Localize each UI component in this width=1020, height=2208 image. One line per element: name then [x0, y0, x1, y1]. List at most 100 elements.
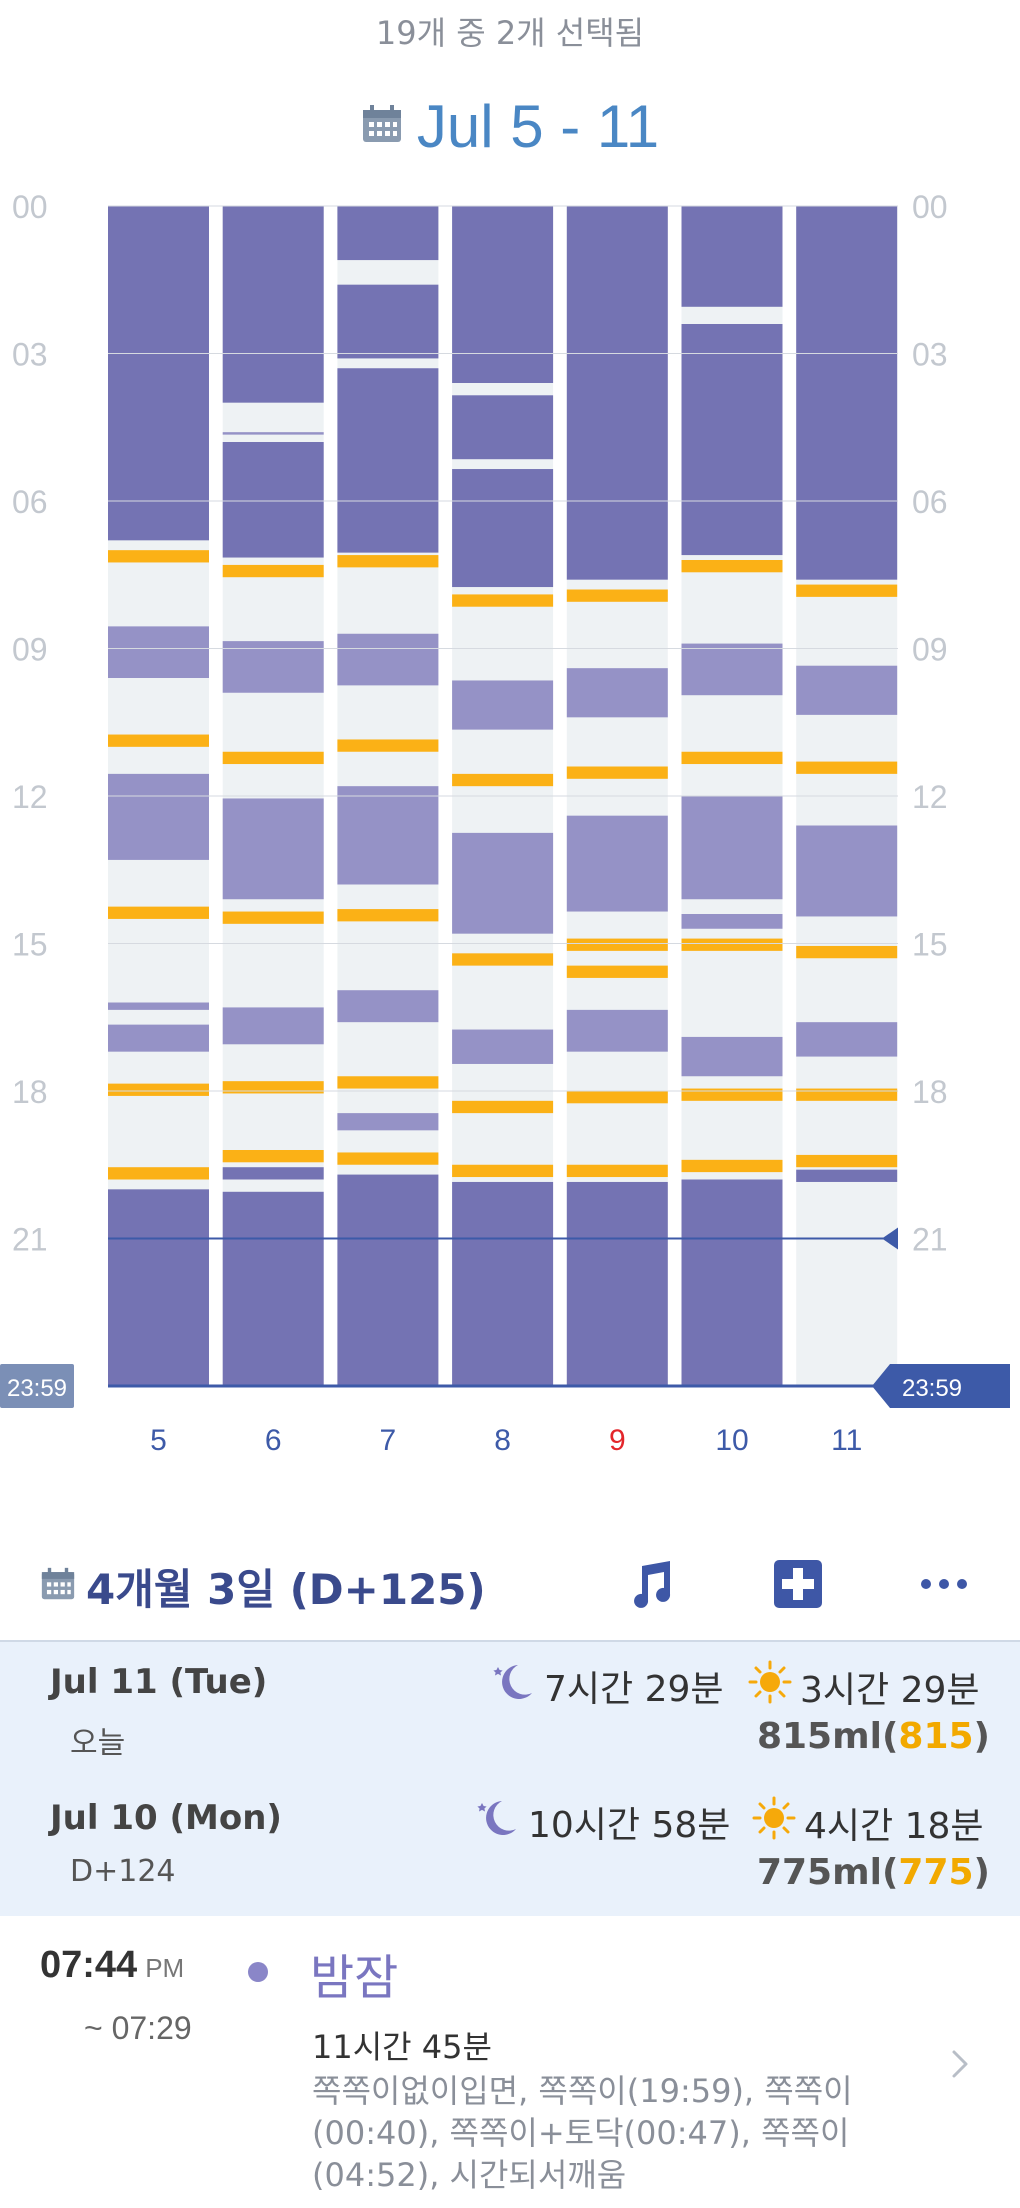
music-note-icon[interactable]: [620, 1554, 680, 1614]
summary-row-yesterday[interactable]: Jul 10 (Mon) D+124 10시간 58분 4시간 18분 775m…: [0, 1778, 1020, 1908]
night-sleep-bar[interactable]: [222, 442, 324, 558]
nap-bar[interactable]: [452, 1029, 554, 1064]
night-sleep-bar[interactable]: [337, 1174, 439, 1386]
feeding-mark[interactable]: [108, 906, 209, 919]
feeding-mark[interactable]: [566, 938, 668, 951]
night-sleep-stat: 7시간 29분: [490, 1660, 724, 1712]
night-sleep-bar[interactable]: [566, 206, 668, 580]
feeding-mark[interactable]: [452, 953, 554, 966]
night-sleep-bar[interactable]: [681, 206, 783, 307]
nap-bar[interactable]: [566, 815, 668, 912]
medical-cross-icon[interactable]: [768, 1554, 828, 1614]
night-sleep-bar[interactable]: [452, 1181, 554, 1386]
night-sleep-bar[interactable]: [222, 206, 324, 403]
feeding-mark[interactable]: [681, 1088, 783, 1101]
nap-bar[interactable]: [337, 786, 439, 885]
night-sleep-bar[interactable]: [796, 1169, 898, 1182]
feeding-mark[interactable]: [566, 766, 668, 779]
day-sleep-stat: 3시간 29분: [748, 1660, 980, 1713]
nap-bar[interactable]: [681, 1036, 783, 1077]
sleep-entry[interactable]: 07:44 PM ~ 07:29 밤잠 11시간 45분 쪽쪽이없이입면, 쪽쪽이…: [0, 1920, 1020, 2208]
night-sleep-bar[interactable]: [796, 206, 898, 580]
nap-bar[interactable]: [108, 1002, 209, 1010]
feeding-mark[interactable]: [566, 1164, 668, 1178]
nap-bar[interactable]: [452, 680, 554, 730]
feeding-mark[interactable]: [222, 911, 324, 924]
feeding-mark[interactable]: [566, 589, 668, 602]
feeding-mark[interactable]: [337, 909, 439, 922]
nap-bar[interactable]: [796, 825, 898, 917]
feeding-mark[interactable]: [681, 560, 783, 573]
night-sleep-bar[interactable]: [108, 1189, 209, 1386]
nap-bar[interactable]: [108, 773, 209, 860]
feeding-mark[interactable]: [796, 945, 898, 959]
night-sleep-bar[interactable]: [222, 1191, 324, 1386]
summary-subtitle: 오늘: [70, 1726, 126, 1761]
feeding-mark[interactable]: [796, 1088, 898, 1101]
night-sleep-bar[interactable]: [337, 206, 439, 261]
summary-row-today[interactable]: Jul 11 (Tue) 오늘 7시간 29분 3시간 29분 815ml(81…: [0, 1642, 1020, 1772]
night-sleep-bar[interactable]: [108, 206, 209, 541]
feeding-mark[interactable]: [452, 594, 554, 607]
feeding-mark[interactable]: [452, 773, 554, 787]
night-sleep-bar[interactable]: [566, 1181, 668, 1386]
feeding-mark[interactable]: [681, 751, 783, 765]
nap-bar[interactable]: [337, 633, 439, 686]
nap-bar[interactable]: [452, 832, 554, 934]
nap-bar[interactable]: [681, 914, 783, 929]
feeding-mark[interactable]: [452, 1164, 554, 1178]
feeding-mark[interactable]: [796, 584, 898, 597]
nap-bar[interactable]: [681, 796, 783, 900]
feeding-mark[interactable]: [337, 1152, 439, 1165]
feeding-mark[interactable]: [108, 550, 209, 563]
feeding-mark[interactable]: [566, 965, 668, 978]
feeding-mark[interactable]: [796, 1154, 898, 1168]
nap-bar[interactable]: [796, 665, 898, 715]
nap-bar[interactable]: [222, 1007, 324, 1045]
sleep-chart[interactable]: 5 6 7 8 9 10 11 00 00 03 03 06 06 09 09 12 12 15 15 18 18 21 2…: [0, 0, 1020, 1480]
night-sleep-bar[interactable]: [452, 206, 554, 383]
night-sleep-bar[interactable]: [452, 395, 554, 460]
nap-bar[interactable]: [566, 1009, 668, 1052]
feeding-mark[interactable]: [796, 761, 898, 774]
nap-bar[interactable]: [108, 626, 209, 678]
summary-subtitle: D+124: [70, 1854, 176, 1889]
nap-bar[interactable]: [796, 1022, 898, 1057]
night-sleep-bar[interactable]: [681, 1179, 783, 1387]
night-sleep-bar[interactable]: [681, 324, 783, 556]
nap-bar[interactable]: [222, 798, 324, 900]
feeding-mark[interactable]: [566, 1091, 668, 1104]
feeding-mark[interactable]: [452, 1100, 554, 1114]
y-tick-label-right: 06: [912, 484, 948, 520]
feeding-mark[interactable]: [108, 1167, 209, 1180]
feeding-mark[interactable]: [681, 1159, 783, 1173]
night-sleep-bar[interactable]: [337, 368, 439, 553]
nap-bar[interactable]: [108, 1024, 209, 1052]
nap-bar[interactable]: [681, 643, 783, 696]
day-label: 10: [715, 1424, 748, 1457]
feeding-mark[interactable]: [222, 1081, 324, 1094]
nap-bar[interactable]: [222, 432, 324, 435]
nap-bar[interactable]: [337, 990, 439, 1023]
sun-icon: [748, 1660, 792, 1713]
night-sleep-value: 10시간 58분: [528, 1805, 731, 1846]
feeding-mark[interactable]: [222, 564, 324, 578]
feeding-mark[interactable]: [337, 739, 439, 752]
feeding-mark[interactable]: [222, 1150, 324, 1163]
feeding-mark[interactable]: [337, 1076, 439, 1089]
chevron-right-icon[interactable]: [940, 2044, 980, 2084]
feeding-mark[interactable]: [108, 1083, 209, 1096]
night-sleep-bar[interactable]: [222, 1167, 324, 1180]
more-icon[interactable]: [914, 1554, 974, 1614]
night-sleep-bar[interactable]: [337, 284, 439, 359]
y-tick-label-right: 18: [912, 1074, 948, 1110]
feeding-mark[interactable]: [337, 555, 439, 568]
nap-bar[interactable]: [337, 1113, 439, 1131]
age-display[interactable]: 4개월 3일 (D+125): [40, 1556, 486, 1617]
feeding-mark[interactable]: [222, 751, 324, 765]
day-label: 8: [494, 1424, 511, 1457]
feeding-mark[interactable]: [681, 938, 783, 951]
nap-bar[interactable]: [566, 668, 668, 718]
feeding-mark[interactable]: [108, 734, 209, 747]
night-sleep-bar[interactable]: [452, 469, 554, 588]
